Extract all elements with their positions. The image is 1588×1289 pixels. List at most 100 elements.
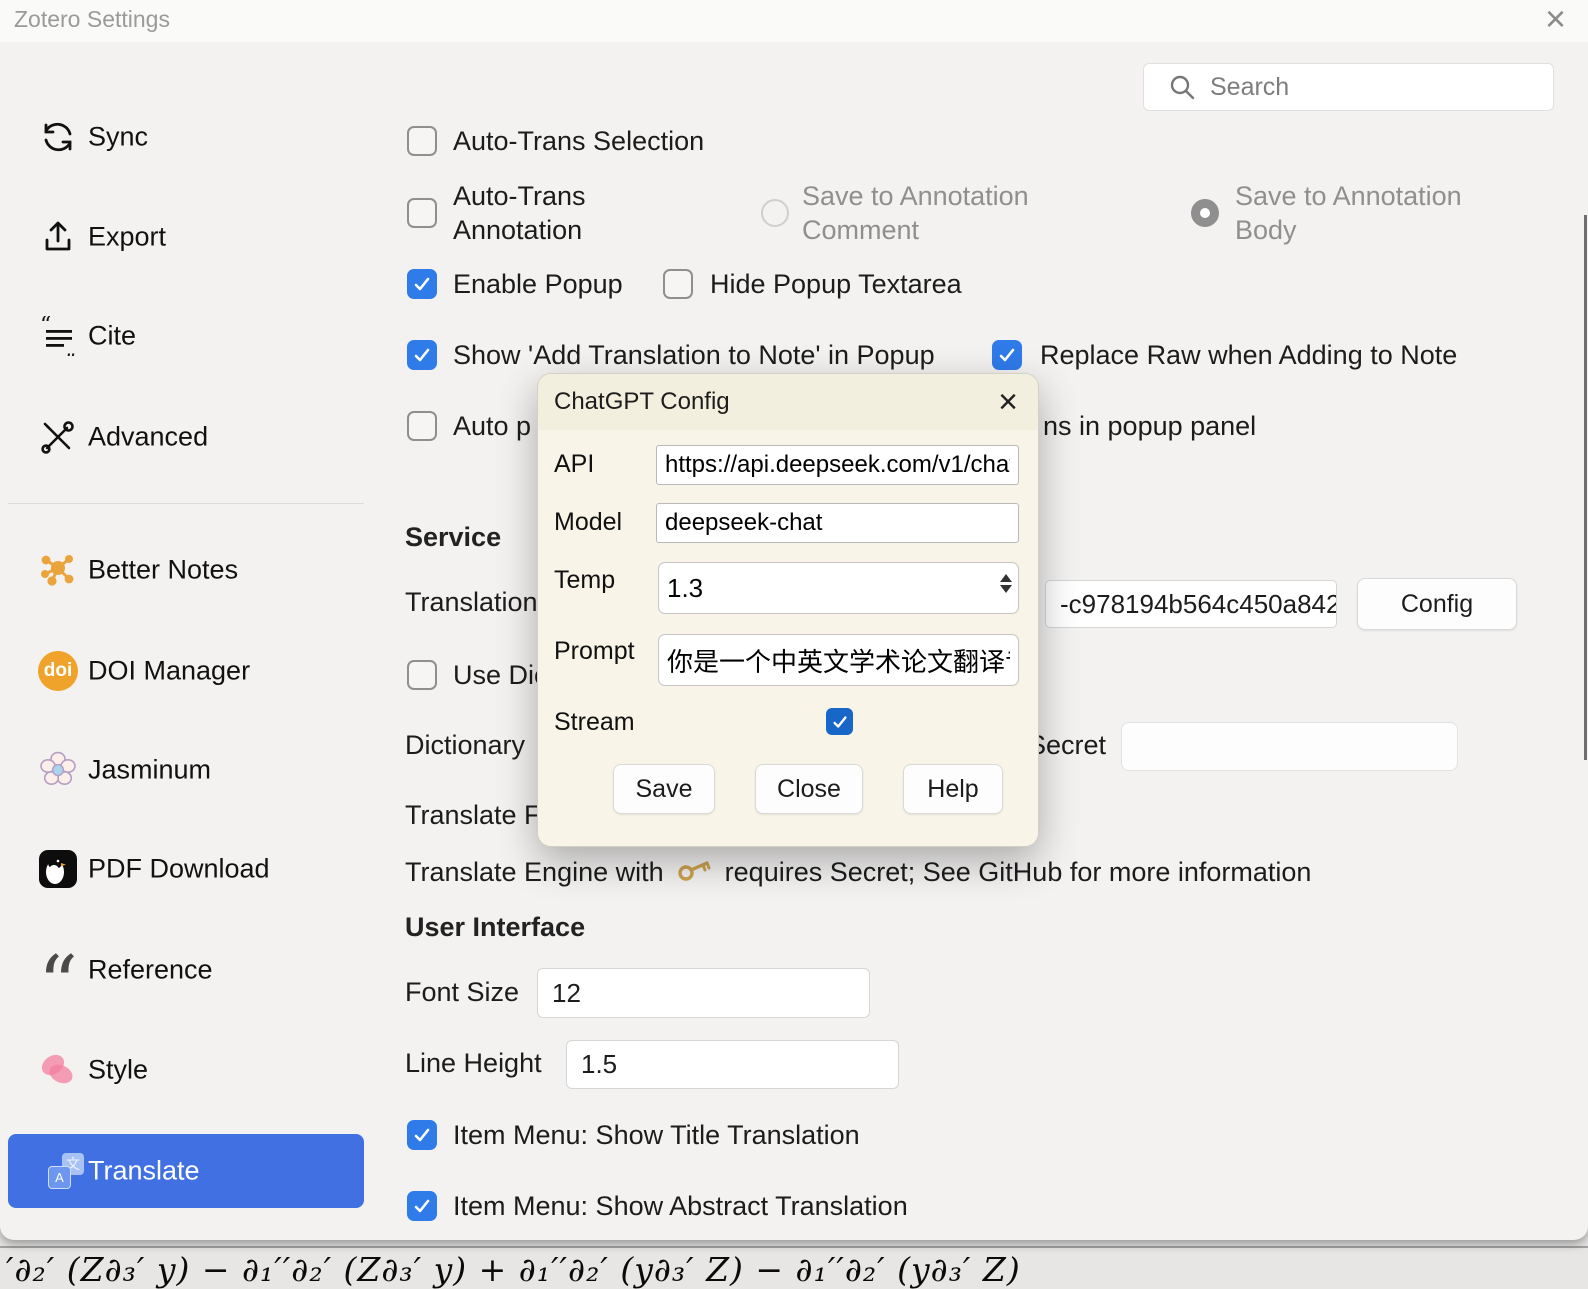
doi-icon: doi bbox=[38, 651, 78, 691]
check-icon bbox=[831, 713, 849, 731]
sidebar-item-sync[interactable]: Sync bbox=[0, 101, 372, 173]
checkbox-item-menu-abstract[interactable] bbox=[407, 1191, 437, 1221]
translation-secret-input[interactable]: -c978194b564c450a8426 bbox=[1045, 580, 1337, 628]
scrollbar-thumb[interactable] bbox=[1584, 215, 1587, 760]
label-line-height: Line Height bbox=[405, 1046, 542, 1080]
window-close-icon[interactable]: × bbox=[1545, 0, 1566, 40]
sidebar-item-doi-manager[interactable]: doi DOI Manager bbox=[0, 635, 372, 707]
checkbox-hide-popup-textarea[interactable] bbox=[663, 269, 693, 299]
sidebar-label: Export bbox=[88, 222, 166, 253]
sidebar-label: Cite bbox=[88, 321, 136, 352]
label-translation: Translation bbox=[405, 585, 538, 619]
svg-text:“: “ bbox=[40, 316, 51, 338]
search-input[interactable]: Search bbox=[1143, 63, 1554, 111]
sidebar-item-export[interactable]: Export bbox=[0, 201, 372, 273]
dialog-close-icon[interactable]: × bbox=[998, 376, 1018, 428]
label-item-menu-abstract: Item Menu: Show Abstract Translation bbox=[453, 1189, 908, 1223]
quote-icon: “ bbox=[38, 950, 78, 990]
label-temp: Temp bbox=[554, 566, 615, 595]
checkbox-item-menu-title[interactable] bbox=[407, 1120, 437, 1150]
model-input[interactable] bbox=[656, 503, 1019, 543]
check-icon bbox=[412, 1196, 432, 1216]
label-translate-f: Translate F bbox=[405, 798, 541, 832]
label-enable-popup: Enable Popup bbox=[453, 267, 623, 301]
sidebar-item-cite[interactable]: “ „ Cite bbox=[0, 300, 372, 372]
sidebar-item-advanced[interactable]: Advanced bbox=[0, 401, 372, 473]
line-height-input[interactable] bbox=[566, 1040, 899, 1089]
checkbox-auto-trans-annotation[interactable] bbox=[407, 198, 437, 228]
export-icon bbox=[38, 217, 78, 257]
sidebar-label: Sync bbox=[88, 122, 148, 153]
checkbox-enable-popup[interactable] bbox=[407, 269, 437, 299]
window-title: Zotero Settings bbox=[14, 6, 170, 33]
label-save-to-annotation-comment: Save to Annotation Comment bbox=[802, 179, 1082, 247]
label-auto-popup-end: ns in popup panel bbox=[1043, 409, 1256, 443]
label-show-add-translation: Show 'Add Translation to Note' in Popup bbox=[453, 338, 935, 372]
sidebar-label: Better Notes bbox=[88, 555, 238, 586]
label-replace-raw: Replace Raw when Adding to Note bbox=[1040, 338, 1457, 372]
sidebar-item-jasminum[interactable]: Jasminum bbox=[0, 734, 372, 806]
label-auto-popup-start: Auto p bbox=[453, 409, 531, 443]
check-icon bbox=[412, 274, 432, 294]
key-icon bbox=[677, 857, 711, 885]
radio-save-to-annotation-comment[interactable] bbox=[761, 199, 789, 227]
checkbox-auto-popup[interactable] bbox=[407, 411, 437, 441]
sidebar-label: Advanced bbox=[88, 422, 208, 453]
checkbox-auto-trans-selection[interactable] bbox=[407, 126, 437, 156]
label-auto-trans-annotation: Auto-Trans Annotation bbox=[453, 179, 683, 247]
better-notes-icon bbox=[38, 550, 78, 590]
background-formula: ′∂₂′ (Z∂₃′ y) − ∂₁′′∂₂′ (Z∂₃′ y) + ∂₁′′∂… bbox=[6, 1250, 1021, 1289]
sidebar-item-pdf-download[interactable]: PDF Download bbox=[0, 833, 372, 905]
sidebar-label: DOI Manager bbox=[88, 656, 250, 687]
sidebar-label: Style bbox=[88, 1055, 148, 1086]
label-auto-trans-selection: Auto-Trans Selection bbox=[453, 124, 704, 158]
translate-icon: 文 A bbox=[46, 1151, 86, 1191]
tools-icon bbox=[38, 417, 78, 457]
sidebar-item-better-notes[interactable]: Better Notes bbox=[0, 534, 372, 606]
label-dictionary: Dictionary bbox=[405, 728, 525, 762]
sidebar-item-reference[interactable]: “ Reference bbox=[0, 934, 372, 1006]
label-api: API bbox=[554, 450, 594, 479]
spinner-down-icon[interactable] bbox=[1000, 585, 1012, 593]
sidebar-label: Translate bbox=[88, 1156, 200, 1187]
checkbox-replace-raw[interactable] bbox=[992, 340, 1022, 370]
search-icon bbox=[1168, 73, 1196, 101]
check-icon bbox=[997, 345, 1017, 365]
label-font-size: Font Size bbox=[405, 975, 519, 1009]
engine-note-prefix: Translate Engine with bbox=[405, 857, 664, 887]
spinner-up-icon[interactable] bbox=[1000, 574, 1012, 582]
search-placeholder: Search bbox=[1210, 73, 1289, 102]
dictionary-secret-input[interactable] bbox=[1121, 722, 1458, 771]
sidebar-item-translate-selected[interactable]: 文 A Translate bbox=[8, 1134, 364, 1208]
sidebar-divider bbox=[8, 503, 364, 504]
help-button[interactable]: Help bbox=[903, 764, 1003, 814]
chatgpt-config-dialog: ChatGPT Config × API Model Temp Prompt S… bbox=[537, 373, 1039, 847]
api-input[interactable] bbox=[656, 445, 1019, 485]
close-button[interactable]: Close bbox=[755, 764, 863, 814]
radio-save-to-annotation-body[interactable] bbox=[1191, 199, 1219, 227]
service-heading: Service bbox=[405, 522, 501, 553]
temp-spinner[interactable] bbox=[1000, 574, 1014, 593]
config-button[interactable]: Config bbox=[1357, 578, 1517, 630]
label-secret: Secret bbox=[1028, 728, 1106, 762]
zotero-settings-window: Zotero Settings × Search Sync bbox=[0, 0, 1588, 1240]
checkbox-use-dict[interactable] bbox=[407, 660, 437, 690]
svg-text:„: „ bbox=[65, 337, 76, 356]
label-hide-popup-textarea: Hide Popup Textarea bbox=[710, 267, 962, 301]
save-button[interactable]: Save bbox=[613, 764, 715, 814]
prompt-input[interactable] bbox=[658, 634, 1019, 686]
check-icon bbox=[412, 1125, 432, 1145]
flower-icon bbox=[38, 750, 78, 790]
background-window-strip: ′∂₂′ (Z∂₃′ y) − ∂₁′′∂₂′ (Z∂₃′ y) + ∂₁′′∂… bbox=[0, 1246, 1588, 1276]
sidebar-label: Reference bbox=[88, 955, 213, 986]
sidebar-label: Jasminum bbox=[88, 755, 211, 786]
font-size-input[interactable] bbox=[537, 968, 870, 1018]
temp-input[interactable] bbox=[658, 562, 1019, 614]
screen: ′∂₂′ (Z∂₃′ y) − ∂₁′′∂₂′ (Z∂₃′ y) + ∂₁′′∂… bbox=[0, 0, 1588, 1274]
cite-icon: “ „ bbox=[38, 316, 78, 356]
checkbox-stream[interactable] bbox=[826, 708, 853, 735]
label-stream: Stream bbox=[554, 708, 635, 737]
label-model: Model bbox=[554, 508, 622, 537]
checkbox-show-add-translation[interactable] bbox=[407, 340, 437, 370]
sidebar-item-style[interactable]: Style bbox=[0, 1034, 372, 1106]
